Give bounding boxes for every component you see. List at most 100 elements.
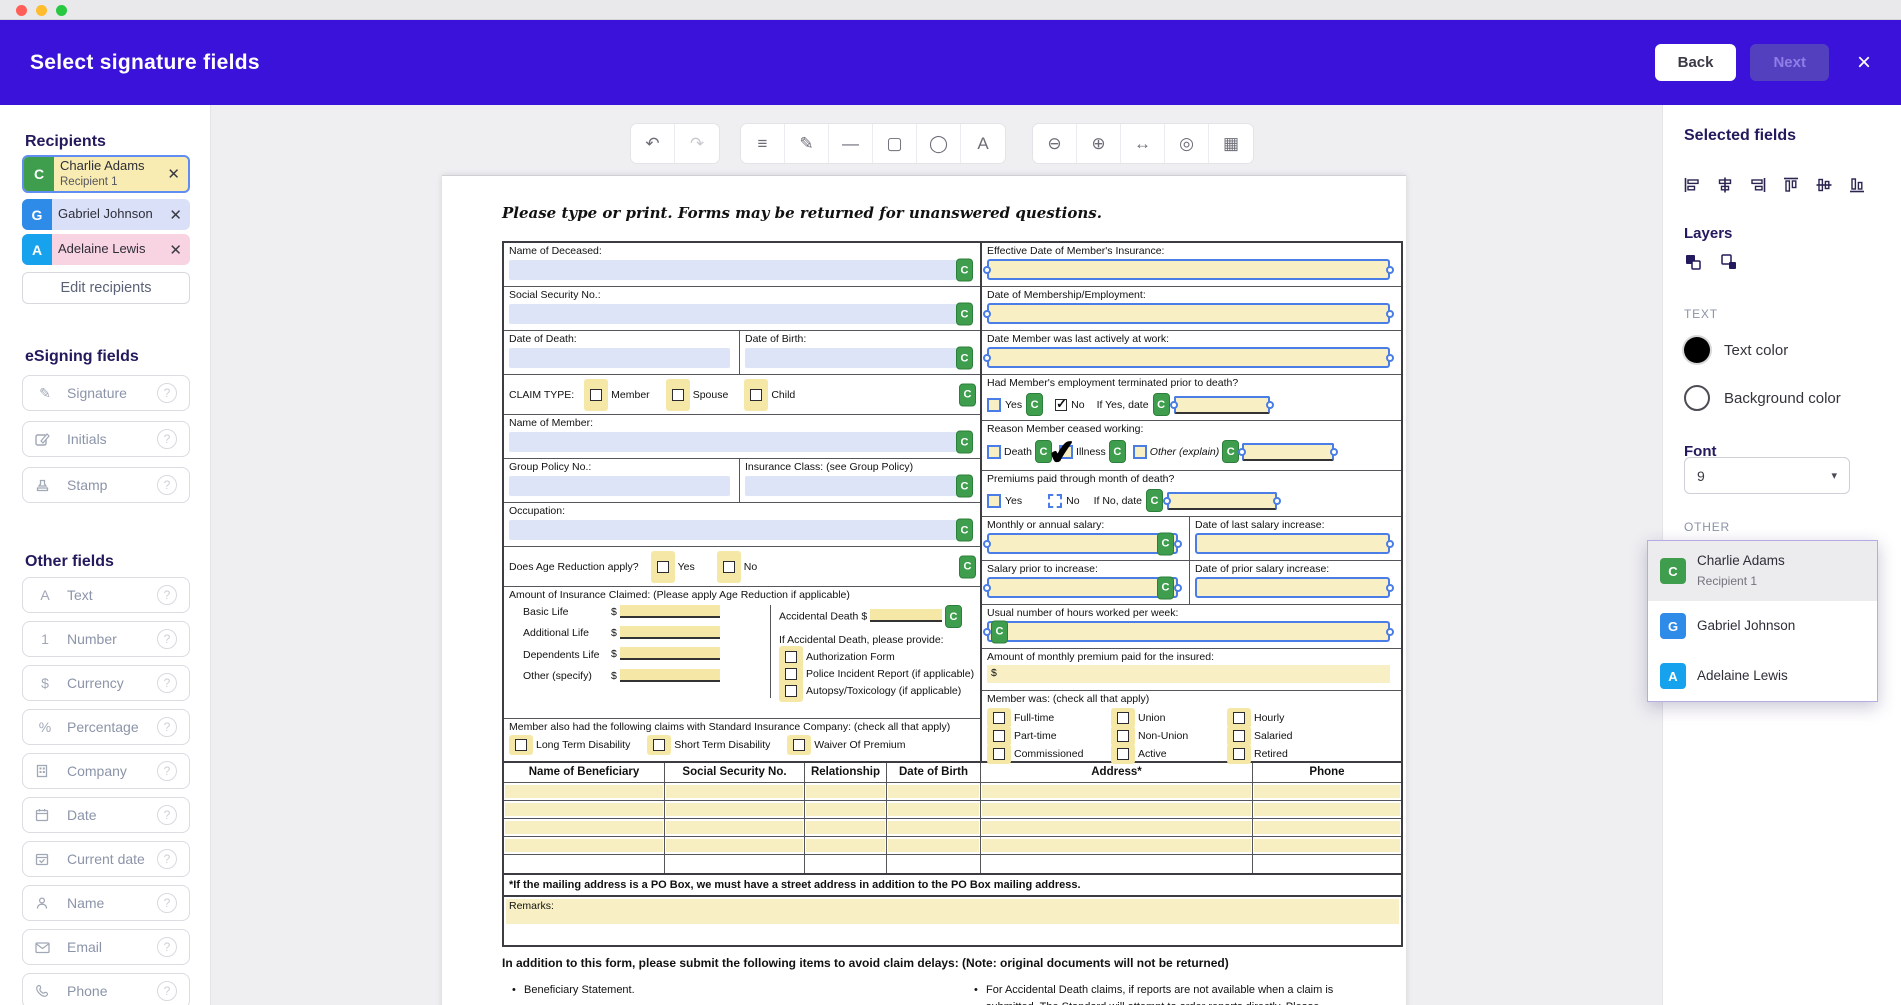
stamp-field-button[interactable]: Stamp ?: [22, 467, 190, 503]
part-time-checkbox[interactable]: [993, 730, 1005, 742]
recipient-badge[interactable]: C: [956, 475, 973, 498]
recipient-badge[interactable]: C: [945, 605, 962, 628]
reason-death-checkbox[interactable]: [987, 445, 1001, 459]
accidental-death-blank[interactable]: [870, 609, 942, 622]
help-icon[interactable]: ?: [157, 629, 177, 649]
currency-field-button[interactable]: $ Currency ?: [22, 665, 190, 701]
remove-recipient-icon[interactable]: ✕: [161, 241, 190, 259]
insurance-class-field[interactable]: C: [745, 476, 971, 496]
bring-forward-icon[interactable]: [1684, 253, 1702, 271]
beneficiary-row[interactable]: [504, 819, 1401, 837]
edit-recipients-button[interactable]: Edit recipients: [22, 272, 190, 304]
close-icon[interactable]: ×: [1857, 51, 1871, 75]
child-checkbox[interactable]: [750, 389, 762, 401]
membership-date-field[interactable]: [987, 303, 1390, 324]
remove-recipient-icon[interactable]: ✕: [161, 206, 190, 224]
help-icon[interactable]: ?: [157, 717, 177, 737]
member-checkbox[interactable]: [590, 389, 602, 401]
text-tool-icon[interactable]: A: [961, 124, 1005, 163]
help-icon[interactable]: ?: [157, 475, 177, 495]
current-date-field-button[interactable]: Current date ?: [22, 841, 190, 877]
help-icon[interactable]: ?: [157, 673, 177, 693]
beneficiary-row[interactable]: [504, 855, 1401, 873]
align-right-icon[interactable]: [1750, 177, 1766, 193]
background-color-swatch[interactable]: [1684, 385, 1710, 411]
police-report-checkbox[interactable]: [785, 668, 797, 680]
prior-increase-field[interactable]: [1195, 577, 1390, 598]
salaried-checkbox[interactable]: [1233, 730, 1245, 742]
align-center-horizontal-icon[interactable]: [1717, 177, 1733, 193]
commissioned-checkbox[interactable]: [993, 748, 1005, 760]
remove-recipient-icon[interactable]: ✕: [159, 165, 188, 183]
last-increase-field[interactable]: [1195, 533, 1390, 554]
grid-icon[interactable]: ▦: [1209, 124, 1253, 163]
monthly-premium-field[interactable]: $: [987, 665, 1390, 683]
ssn-field[interactable]: C: [509, 304, 971, 324]
recipient-badge[interactable]: C: [1153, 393, 1170, 416]
undo-icon[interactable]: ↶: [631, 124, 675, 163]
recipient-badge[interactable]: C: [956, 303, 973, 326]
company-field-button[interactable]: Company ?: [22, 753, 190, 789]
dropdown-item-charlie-adams[interactable]: C Charlie AdamsRecipient 1: [1648, 541, 1877, 601]
redo-icon[interactable]: ↷: [675, 124, 719, 163]
terminated-date-field[interactable]: [1174, 396, 1270, 414]
document-page[interactable]: Please type or print. Forms may be retur…: [442, 175, 1406, 1005]
recipient-badge[interactable]: C: [1026, 393, 1043, 416]
occupation-field[interactable]: C: [509, 520, 971, 540]
recipient-badge[interactable]: C: [1109, 440, 1126, 463]
hours-field[interactable]: C: [987, 621, 1390, 642]
percentage-field-button[interactable]: % Percentage ?: [22, 709, 190, 745]
last-active-field[interactable]: [987, 347, 1390, 368]
help-icon[interactable]: ?: [157, 761, 177, 781]
terminated-no-checkbox[interactable]: [1055, 399, 1067, 411]
reason-illness-checkbox[interactable]: [1059, 445, 1073, 459]
align-bottom-icon[interactable]: [1849, 177, 1865, 193]
recipient-badge[interactable]: C: [1157, 576, 1174, 599]
non-union-checkbox[interactable]: [1117, 730, 1129, 742]
premiums-yes-checkbox[interactable]: [987, 494, 1001, 508]
help-icon[interactable]: ?: [157, 937, 177, 957]
beneficiary-row[interactable]: [504, 783, 1401, 801]
help-icon[interactable]: ?: [157, 893, 177, 913]
date-field-button[interactable]: Date ?: [22, 797, 190, 833]
line-tool-icon[interactable]: —: [829, 124, 873, 163]
premiums-no-checkbox[interactable]: [1048, 494, 1062, 508]
beneficiary-row[interactable]: [504, 837, 1401, 855]
help-icon[interactable]: ?: [157, 849, 177, 869]
lines-icon[interactable]: ≡: [741, 124, 785, 163]
text-color-row[interactable]: Text color: [1684, 337, 1788, 363]
help-icon[interactable]: ?: [157, 585, 177, 605]
window-zoom-button[interactable]: [56, 5, 67, 16]
align-top-icon[interactable]: [1783, 177, 1799, 193]
name-field-button[interactable]: Name ?: [22, 885, 190, 921]
recipient-badge[interactable]: C: [991, 620, 1008, 643]
recipient-badge[interactable]: C: [956, 431, 973, 454]
terminated-yes-checkbox[interactable]: [987, 398, 1001, 412]
zoom-out-icon[interactable]: ⊖: [1033, 124, 1077, 163]
ellipse-tool-icon[interactable]: ◯: [917, 124, 961, 163]
help-icon[interactable]: ?: [157, 805, 177, 825]
help-icon[interactable]: ?: [157, 981, 177, 1001]
font-size-select[interactable]: 9 ▾: [1684, 457, 1850, 494]
spouse-checkbox[interactable]: [672, 389, 684, 401]
back-button[interactable]: Back: [1655, 44, 1737, 81]
help-icon[interactable]: ?: [157, 429, 177, 449]
dropdown-item-gabriel-johnson[interactable]: G Gabriel Johnson: [1648, 601, 1877, 651]
recipient-badge[interactable]: C: [956, 519, 973, 542]
salary-prior-field[interactable]: C: [987, 577, 1178, 598]
additional-life-blank[interactable]: [620, 626, 720, 639]
authorization-form-checkbox[interactable]: [785, 651, 797, 663]
pencil-icon[interactable]: ✎: [785, 124, 829, 163]
basic-life-blank[interactable]: [620, 605, 720, 618]
premiums-date-field[interactable]: [1167, 492, 1277, 510]
beneficiary-row[interactable]: [504, 801, 1401, 819]
name-of-deceased-field[interactable]: C: [509, 260, 971, 280]
number-field-button[interactable]: 1 Number ?: [22, 621, 190, 657]
full-time-checkbox[interactable]: [993, 712, 1005, 724]
recipient-badge[interactable]: C: [1157, 532, 1174, 555]
recipient-chip-gabriel-johnson[interactable]: G Gabriel Johnson ✕: [22, 199, 190, 230]
signature-field-button[interactable]: ✎ Signature ?: [22, 375, 190, 411]
reason-other-field[interactable]: [1242, 443, 1334, 461]
monthly-salary-field[interactable]: C: [987, 533, 1178, 554]
recipient-badge[interactable]: C: [1035, 440, 1052, 463]
